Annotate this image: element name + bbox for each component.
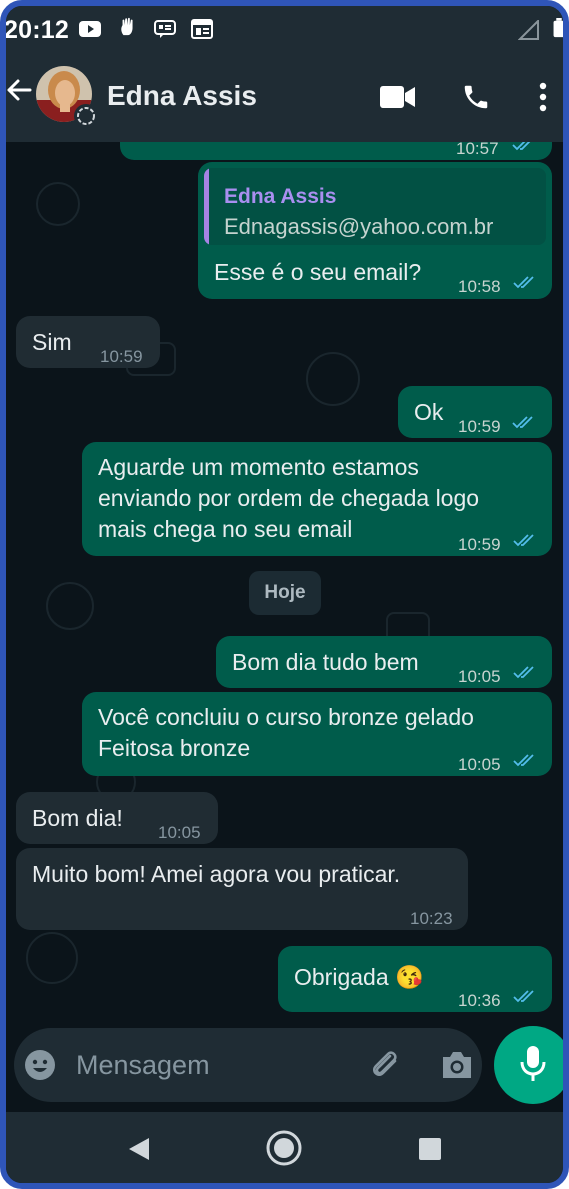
message-text-line: Aguarde um momento estamos: [98, 454, 419, 480]
quoted-sender: Edna Assis: [224, 185, 337, 208]
quoted-text: Ednagassis@yahoo.com.br: [224, 214, 494, 239]
chat-header: Edna Assis: [6, 54, 563, 142]
mic-icon: [520, 1046, 546, 1081]
emoji-icon[interactable]: [24, 1049, 56, 1081]
message-input[interactable]: Mensagem: [14, 1028, 482, 1102]
read-ticks-icon: [512, 142, 531, 151]
message-time: 10:05: [458, 667, 501, 686]
nav-recents-icon[interactable]: [418, 1137, 442, 1161]
message-time: 10:05: [158, 823, 201, 842]
message-text: Muito bom! Amei agora vou praticar.: [32, 861, 401, 887]
phone-icon[interactable]: [461, 82, 491, 112]
nav-back-icon[interactable]: [127, 1136, 151, 1162]
read-ticks-icon: [513, 666, 534, 679]
composer: Mensagem: [6, 1022, 563, 1112]
wallpaper-doodle: [36, 182, 80, 226]
status-bar: 20:12: [6, 6, 563, 54]
message-time: 10:05: [458, 755, 501, 774]
message-bubble-incoming[interactable]: Muito bom! Amei agora vou praticar. 10:2…: [16, 848, 468, 930]
message-bubble-incoming[interactable]: Sim 10:59: [16, 316, 160, 368]
message-text: Esse é o seu email?: [214, 259, 422, 285]
status-ring-icon: [74, 104, 98, 128]
nav-home-icon[interactable]: [266, 1130, 302, 1166]
message-time: 10:59: [100, 347, 143, 366]
attach-icon[interactable]: [368, 1048, 402, 1082]
back-arrow-icon[interactable]: [6, 78, 32, 102]
message-text-line: enviando por ordem de chegada logo: [98, 485, 480, 511]
camera-icon[interactable]: [440, 1050, 474, 1080]
system-nav-bar: [6, 1112, 563, 1183]
battery-icon: [553, 18, 563, 38]
message-text: Obrigada 😘: [294, 964, 424, 990]
read-ticks-icon: [513, 534, 534, 547]
message-text: Sim: [32, 329, 72, 355]
message-bubble-incoming[interactable]: Bom dia! 10:05: [16, 792, 218, 844]
message-icon: [154, 20, 176, 38]
calendar-icon: [191, 19, 213, 39]
mic-button[interactable]: [494, 1026, 563, 1104]
read-ticks-icon: [513, 754, 534, 767]
message-time: 10:58: [458, 277, 501, 296]
quote-accent-bar: [204, 168, 209, 245]
wallpaper-doodle: [46, 582, 94, 630]
message-time: 10:57: [456, 142, 499, 158]
message-bubble-outgoing[interactable]: Aguarde um momento estamos enviando por …: [82, 442, 552, 556]
quoted-message[interactable]: Edna Assis Ednagassis@yahoo.com.br: [204, 168, 546, 245]
phone-frame: 20:12 Edna Assis 10:57 Edna Assis Ednaga…: [0, 0, 569, 1189]
message-time: 10:59: [458, 535, 501, 554]
message-time: 10:36: [458, 991, 501, 1010]
wallpaper-doodle: [26, 932, 78, 984]
message-text-line: Feitosa bronze: [98, 735, 251, 761]
message-bubble-outgoing[interactable]: Você concluiu o curso bronze gelado Feit…: [82, 692, 552, 776]
video-call-icon[interactable]: [380, 84, 416, 110]
read-ticks-icon: [513, 276, 534, 289]
more-vert-icon[interactable]: [538, 82, 548, 112]
message-bubble-outgoing[interactable]: Obrigada 😘 10:36: [278, 946, 552, 1012]
message-placeholder: Mensagem: [76, 1050, 210, 1080]
message-text: Ok: [414, 399, 444, 425]
message-bubble-outgoing[interactable]: Edna Assis Ednagassis@yahoo.com.br Esse …: [198, 162, 552, 299]
date-separator: Hoje: [249, 571, 321, 615]
message-bubble-outgoing[interactable]: 10:57: [120, 142, 552, 160]
message-text: Bom dia!: [32, 805, 123, 831]
message-text-line: mais chega no seu email: [98, 516, 353, 542]
read-ticks-icon: [512, 416, 533, 429]
message-text: Bom dia tudo bem: [232, 649, 419, 675]
wallpaper-doodle: [306, 352, 360, 406]
status-time: 20:12: [4, 16, 69, 44]
message-time: 10:59: [458, 417, 501, 436]
message-bubble-outgoing[interactable]: Ok 10:59: [398, 386, 552, 438]
read-ticks-icon: [513, 990, 534, 1003]
message-time: 10:23: [410, 909, 453, 928]
contact-name[interactable]: Edna Assis: [107, 80, 257, 112]
signal-icon: [518, 20, 539, 40]
hand-icon: [121, 17, 133, 36]
youtube-icon: [79, 21, 101, 37]
chat-area[interactable]: 10:57 Edna Assis Ednagassis@yahoo.com.br…: [6, 142, 563, 1032]
message-bubble-outgoing[interactable]: Bom dia tudo bem 10:05: [216, 636, 552, 688]
message-text-line: Você concluiu o curso bronze gelado: [98, 704, 474, 730]
